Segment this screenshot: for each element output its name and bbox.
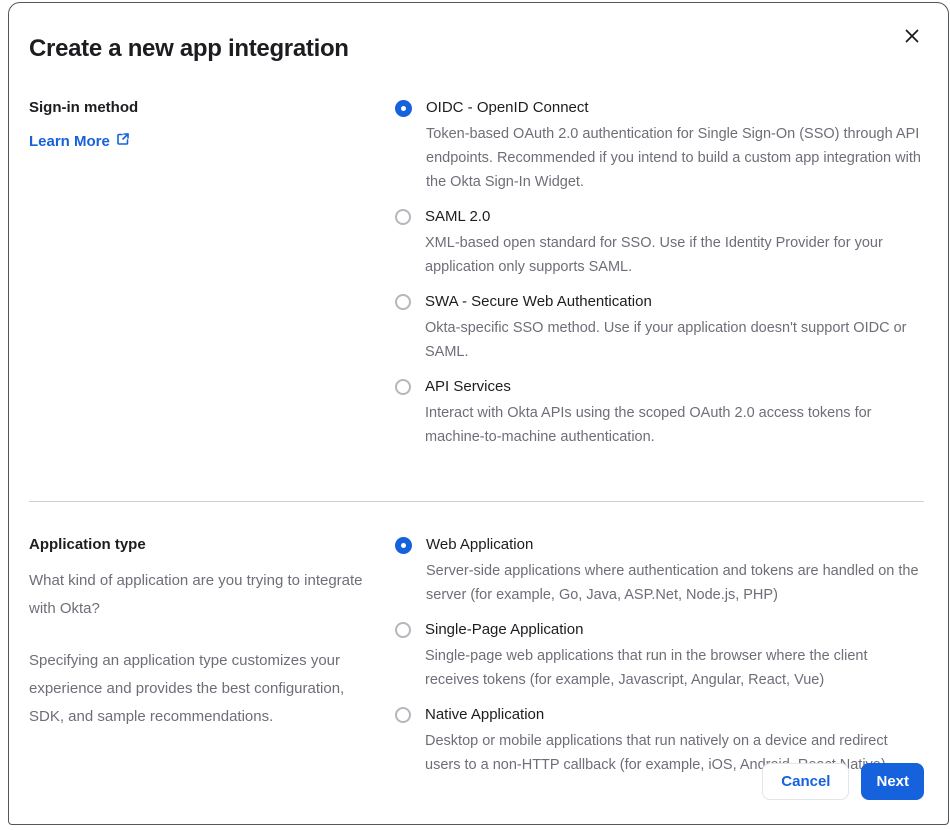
option-swa-label: SWA - Secure Web Authentication [425, 293, 652, 310]
radio-api-services[interactable] [395, 379, 411, 395]
option-single-page-application[interactable]: Single-Page Application Single-page web … [395, 619, 924, 692]
option-native-application-label: Native Application [425, 706, 545, 723]
option-oidc-description: Token-based OAuth 2.0 authentication for… [426, 126, 921, 190]
option-web-application[interactable]: Web Application Server-side applications… [395, 534, 924, 607]
application-type-options: Web Application Server-side applications… [395, 534, 924, 789]
option-swa[interactable]: SWA - Secure Web Authentication Okta-spe… [395, 291, 924, 364]
learn-more-link[interactable]: Learn More [29, 132, 130, 150]
option-saml[interactable]: SAML 2.0 XML-based open standard for SSO… [395, 206, 924, 279]
radio-native-application[interactable] [395, 707, 411, 723]
dialog-footer: Cancel Next [762, 763, 924, 800]
option-oidc-label: OIDC - OpenID Connect [426, 99, 589, 116]
option-api-services-label: API Services [425, 378, 511, 395]
next-button[interactable]: Next [861, 763, 924, 800]
section-divider [29, 501, 924, 502]
dialog-title: Create a new app integration [29, 35, 349, 62]
close-button[interactable] [900, 25, 924, 49]
radio-single-page-application[interactable] [395, 622, 411, 638]
radio-saml[interactable] [395, 209, 411, 225]
application-type-label: Application type [29, 536, 146, 553]
learn-more-label: Learn More [29, 132, 110, 150]
create-app-integration-dialog: Create a new app integration Sign-in met… [8, 2, 949, 825]
option-saml-label: SAML 2.0 [425, 208, 491, 225]
option-single-page-application-label: Single-Page Application [425, 621, 584, 638]
radio-web-application[interactable] [395, 537, 412, 554]
radio-swa[interactable] [395, 294, 411, 310]
sign-in-method-label: Sign-in method [29, 99, 139, 116]
sign-in-method-section: Sign-in method Learn More OIDC - OpenID … [29, 97, 924, 461]
option-saml-description: XML-based open standard for SSO. Use if … [425, 235, 883, 275]
option-single-page-application-description: Single-page web applications that run in… [425, 648, 868, 688]
option-oidc[interactable]: OIDC - OpenID Connect Token-based OAuth … [395, 97, 924, 194]
option-api-services-description: Interact with Okta APIs using the scoped… [425, 405, 872, 445]
application-type-explanation: Specifying an application type customize… [29, 652, 345, 725]
cancel-button[interactable]: Cancel [762, 763, 850, 800]
sign-in-method-options: OIDC - OpenID Connect Token-based OAuth … [395, 97, 924, 461]
application-type-section: Application type What kind of applicatio… [29, 534, 924, 789]
option-swa-description: Okta-specific SSO method. Use if your ap… [425, 320, 907, 360]
sign-in-method-info: Sign-in method Learn More [29, 97, 367, 151]
radio-oidc[interactable] [395, 100, 412, 117]
close-icon [904, 28, 920, 47]
option-web-application-description: Server-side applications where authentic… [426, 563, 919, 603]
application-type-question: What kind of application are you trying … [29, 572, 363, 617]
external-link-icon [116, 132, 130, 150]
option-web-application-label: Web Application [426, 536, 534, 553]
dialog-header: Create a new app integration [29, 25, 924, 63]
option-api-services[interactable]: API Services Interact with Okta APIs usi… [395, 376, 924, 449]
application-type-info: Application type What kind of applicatio… [29, 534, 367, 731]
